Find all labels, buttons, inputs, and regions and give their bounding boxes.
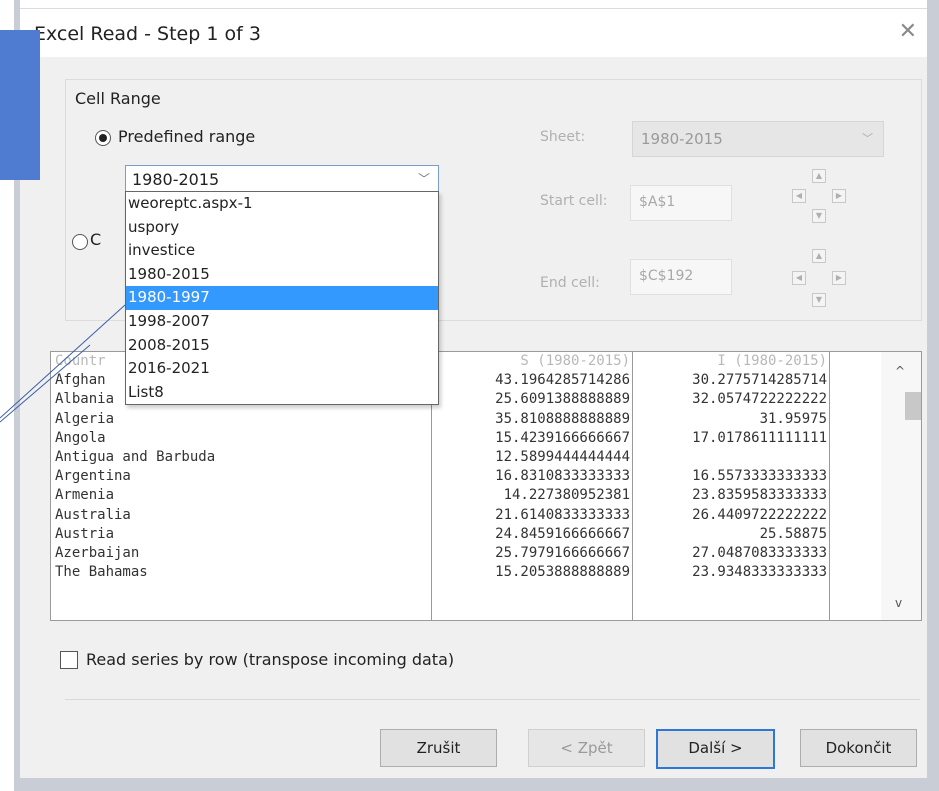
callout-arrow [0,30,40,70]
callout-line-upper [0,304,126,419]
callout-line-lower [0,344,91,423]
callout-overlay [0,30,126,423]
